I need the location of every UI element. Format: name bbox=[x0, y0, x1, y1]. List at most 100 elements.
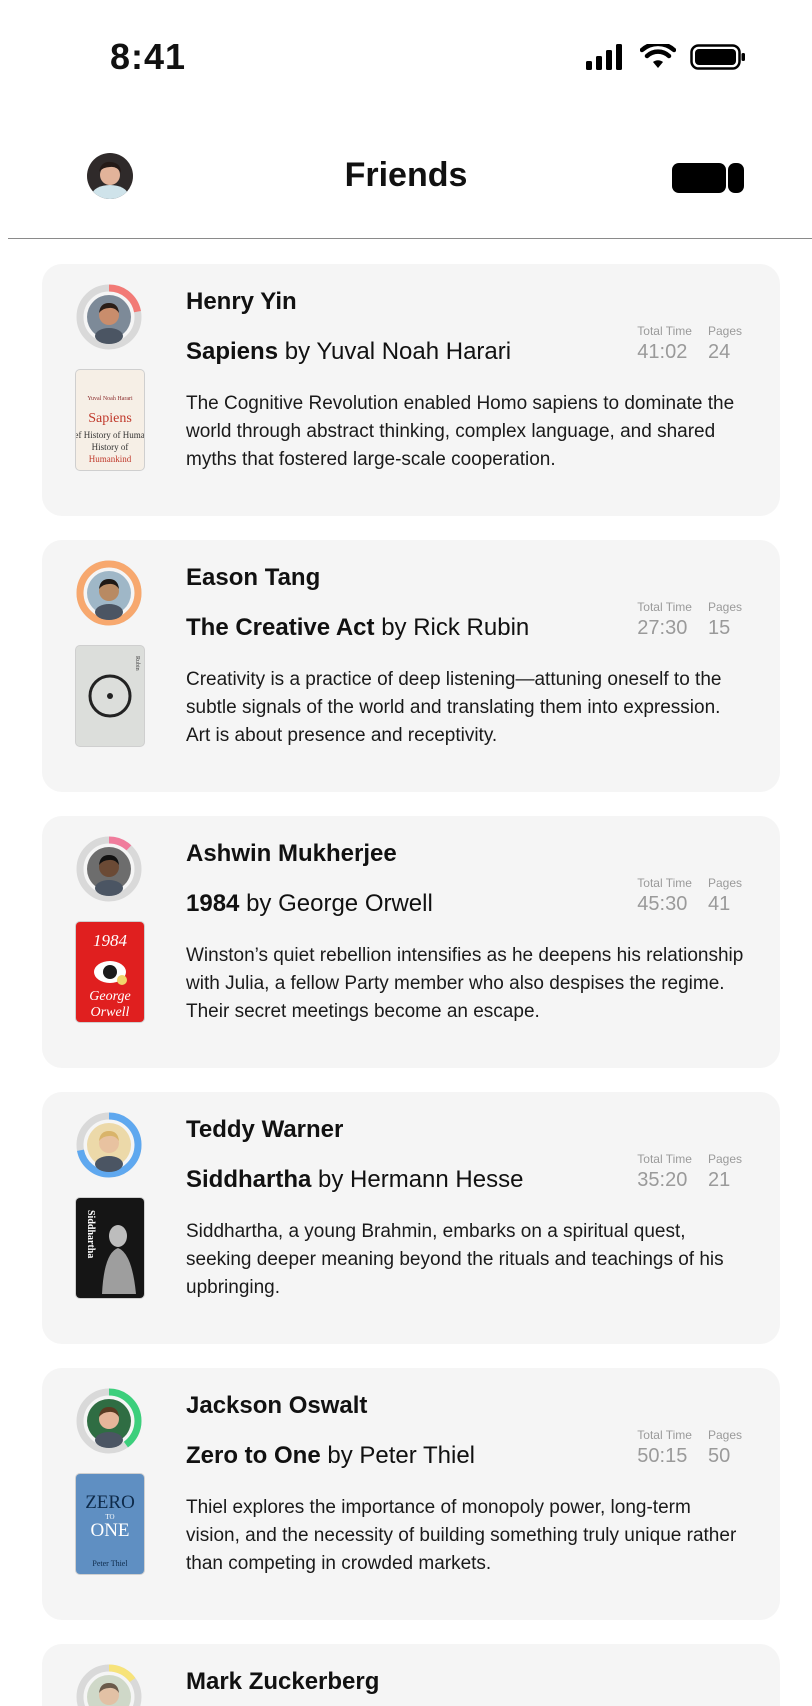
friend-avatar[interactable] bbox=[76, 284, 142, 350]
cover-text: 1984 bbox=[93, 931, 128, 950]
friend-activity-card[interactable]: Mark Zuckerberg bbox=[42, 1644, 780, 1706]
cover-text: Rubin bbox=[134, 656, 140, 671]
friend-avatar[interactable] bbox=[76, 560, 142, 626]
total-time-value: 27:30 bbox=[637, 617, 688, 639]
book-title[interactable]: The Creative Act bbox=[186, 614, 375, 641]
friends-feed[interactable]: Yuval Noah Harari Sapiens A Brief History … bbox=[42, 264, 780, 1706]
book-cover-art: Rubin bbox=[88, 656, 140, 718]
book-cover[interactable]: Siddhartha bbox=[76, 1198, 144, 1298]
avatar-shoulders bbox=[95, 880, 123, 896]
cover-text: Yuval Noah Harari bbox=[87, 396, 133, 402]
pages-stat: Pages 21 bbox=[708, 1152, 742, 1194]
pages-value: 24 bbox=[707, 341, 731, 363]
friend-name[interactable]: Eason Tang bbox=[186, 564, 320, 592]
book-line: Sapiens by Yuval Noah Harari bbox=[186, 338, 511, 366]
book-title[interactable]: 1984 bbox=[186, 890, 239, 917]
pages-label: Pages bbox=[707, 600, 742, 614]
avatar-shoulders bbox=[95, 604, 123, 620]
book-line: 1984 by George Orwell bbox=[186, 890, 433, 918]
book-cover-art: Yuval Noah Harari Sapiens A Brief History … bbox=[76, 396, 144, 464]
book-cover-art: Siddhartha bbox=[85, 1210, 136, 1294]
header: Friends bbox=[0, 130, 812, 238]
book-line: Zero to One by Peter Thiel bbox=[186, 1442, 475, 1470]
pages-stat: Pages 15 bbox=[708, 600, 742, 642]
book-title[interactable]: Siddhartha bbox=[186, 1166, 311, 1193]
cover-dot bbox=[107, 693, 113, 699]
book-line: The Creative Act by Rick Rubin bbox=[186, 614, 529, 642]
status-icons bbox=[586, 44, 746, 70]
cover-statue-head bbox=[109, 1225, 127, 1247]
book-cover[interactable]: ZERO TO ONE Peter Thiel bbox=[76, 1474, 144, 1574]
friend-avatar[interactable] bbox=[76, 836, 142, 902]
by-label: by bbox=[381, 614, 407, 641]
friend-name[interactable]: Henry Yin bbox=[186, 288, 297, 316]
friend-activity-card[interactable]: Siddhartha Teddy Warner Siddhartha by Herm… bbox=[42, 1092, 780, 1344]
book-author: George Orwell bbox=[278, 890, 433, 917]
book-cover[interactable]: Yuval Noah Harari Sapiens A Brief History … bbox=[76, 370, 144, 470]
by-label: by bbox=[284, 338, 311, 365]
book-cover[interactable]: 1984 George Orwell bbox=[76, 922, 144, 1022]
pages-label: Pages bbox=[707, 324, 742, 338]
reading-stats: Total Time 50:15 Pages 50 bbox=[637, 1428, 742, 1470]
pages-label: Pages bbox=[707, 1152, 742, 1166]
cellular-signal-icon bbox=[586, 44, 622, 70]
total-time-label: Total Time bbox=[637, 1428, 692, 1442]
total-time-value: 35:20 bbox=[637, 1169, 688, 1191]
book-title[interactable]: Zero to One bbox=[186, 1442, 321, 1469]
book-author: Peter Thiel bbox=[359, 1442, 475, 1469]
pages-stat: Pages 41 bbox=[708, 876, 742, 918]
book-cover-art: ZEROTOONEPeter Thiel bbox=[85, 1492, 135, 1568]
video-call-icon[interactable] bbox=[672, 163, 744, 193]
cover-text: Peter Thiel bbox=[92, 1559, 128, 1568]
reading-summary: Creativity is a practice of deep listeni… bbox=[186, 669, 722, 746]
cover-text: History of bbox=[92, 442, 129, 452]
total-time-value: 45:30 bbox=[637, 893, 688, 915]
friend-name[interactable]: Teddy Warner bbox=[186, 1116, 343, 1144]
pages-value: 41 bbox=[707, 893, 731, 915]
cover-text: Humankind bbox=[89, 454, 132, 464]
cover-text: Siddhartha bbox=[85, 1210, 96, 1258]
total-time-stat: Total Time 35:20 bbox=[637, 1152, 692, 1194]
total-time-label: Total Time bbox=[637, 1152, 692, 1166]
battery-icon bbox=[690, 44, 745, 70]
friend-name[interactable]: Ashwin Mukherjee bbox=[186, 840, 397, 868]
total-time-label: Total Time bbox=[637, 600, 692, 614]
friends-screen: 8:41 Friends Yuval Noah Harari Sapiens e… bbox=[0, 0, 812, 1706]
reading-stats: Total Time 35:20 Pages 21 bbox=[637, 1152, 742, 1194]
friend-activity-card[interactable]: Yuval Noah Harari Sapiens A Brief History … bbox=[42, 264, 780, 516]
total-time-label: Total Time bbox=[637, 876, 692, 890]
total-time-label: Total Time bbox=[637, 324, 692, 338]
friend-name[interactable]: Mark Zuckerberg bbox=[186, 1668, 379, 1696]
total-time-stat: Total Time 50:15 bbox=[637, 1428, 692, 1470]
friend-activity-card[interactable]: ZERO TO ONE Peter Thiel Jackson Oswalt Zero t… bbox=[42, 1368, 780, 1620]
friend-avatar[interactable] bbox=[76, 1664, 142, 1706]
reading-stats: Total Time 41:02 Pages 24 bbox=[637, 324, 742, 366]
cover-text: George bbox=[89, 989, 130, 1004]
friend-activity-card[interactable]: Rubin Eason Tang The Creative Act by Rick … bbox=[42, 540, 780, 792]
pages-value: 15 bbox=[707, 617, 731, 639]
by-label: by bbox=[246, 890, 272, 917]
reading-stats: Total Time 27:30 Pages 15 bbox=[637, 600, 742, 642]
total-time-value: 50:15 bbox=[637, 1445, 688, 1467]
friend-activity-card[interactable]: 1984 George Orwell Ashwin Mukherjee 1984 by … bbox=[42, 816, 780, 1068]
cover-text: ZERO bbox=[85, 1492, 135, 1513]
book-title[interactable]: Sapiens bbox=[186, 338, 278, 365]
pages-value: 50 bbox=[707, 1445, 731, 1467]
reading-stats: Total Time 45:30 Pages 41 bbox=[637, 876, 742, 918]
cover-text: ONE bbox=[90, 1520, 129, 1541]
friend-avatar[interactable] bbox=[76, 1112, 142, 1178]
cover-text: A Brief History of Humankind bbox=[76, 430, 144, 440]
reading-summary: Thiel explores the importance of monopol… bbox=[186, 1497, 737, 1574]
wifi-icon bbox=[640, 44, 676, 68]
book-cover[interactable]: Rubin bbox=[76, 646, 144, 746]
friend-avatar[interactable] bbox=[76, 1388, 142, 1454]
avatar-shoulders bbox=[95, 1432, 123, 1448]
pages-label: Pages bbox=[707, 876, 742, 890]
book-cover-art: 1984 GeorgeOrwell bbox=[89, 931, 130, 1020]
book-author: Yuval Noah Harari bbox=[316, 338, 512, 365]
friend-name[interactable]: Jackson Oswalt bbox=[186, 1392, 367, 1420]
cover-badge bbox=[117, 975, 127, 985]
reading-summary: The Cognitive Revolution enabled Homo sa… bbox=[186, 393, 735, 470]
status-bar: 8:41 bbox=[0, 0, 812, 116]
header-divider bbox=[8, 238, 812, 239]
